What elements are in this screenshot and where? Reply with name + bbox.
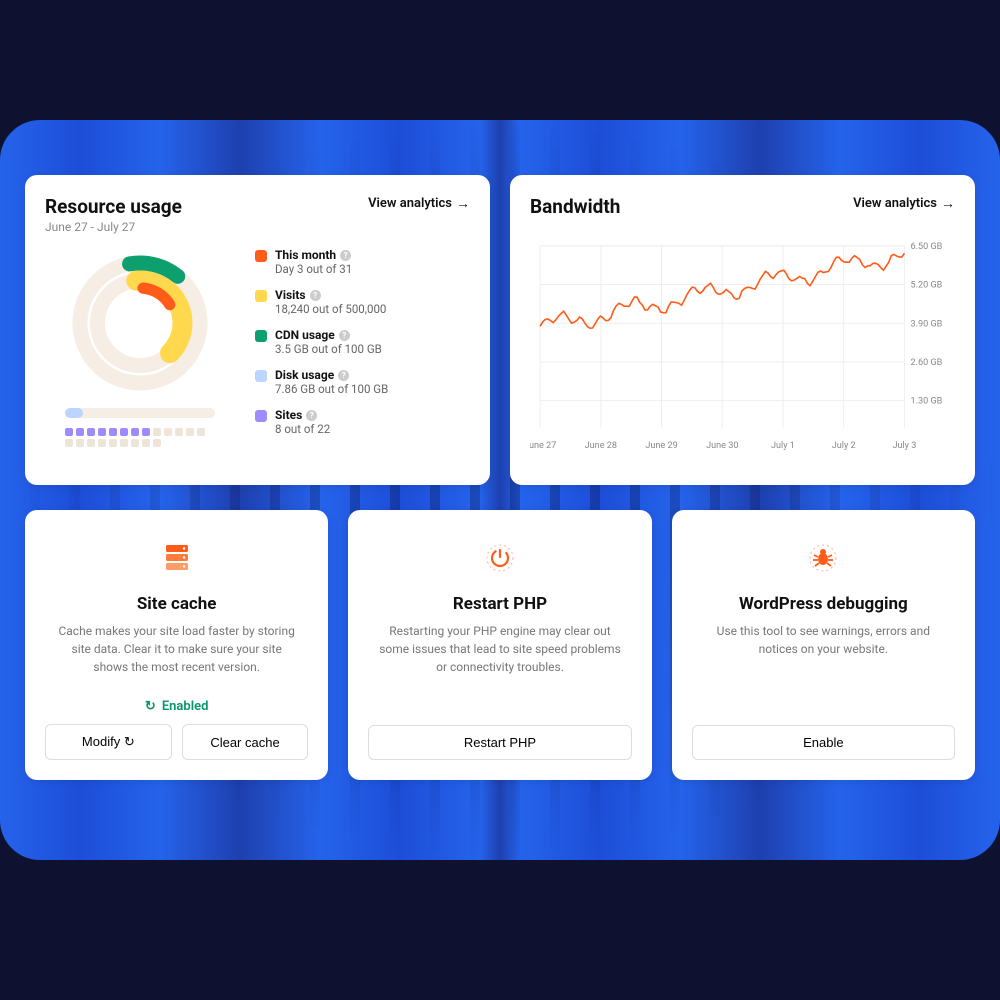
resource-usage-card: Resource usage June 27 - July 27 View an…	[25, 175, 490, 485]
site-dot	[98, 428, 106, 436]
bandwidth-title: Bandwidth	[530, 195, 620, 218]
bandwidth-card: Bandwidth View analytics → 6.50 GB 5.20 G…	[510, 175, 975, 485]
legend-value: 7.86 GB out of 100 GB	[275, 382, 388, 396]
site-dot	[76, 428, 84, 436]
restart-php-card: Restart PHP Restarting your PHP engine m…	[348, 510, 651, 780]
legend-value: 8 out of 22	[275, 422, 330, 436]
site-dot	[142, 428, 150, 436]
y-tick-label: 1.30 GB	[910, 397, 942, 407]
legend-label: This month ?	[275, 248, 352, 262]
restart-php-button[interactable]: Restart PHP	[368, 725, 631, 760]
site-dot	[65, 439, 73, 447]
legend-swatch	[255, 250, 267, 262]
site-dot	[175, 428, 183, 436]
legend-swatch	[255, 290, 267, 302]
clear-cache-button[interactable]: Clear cache	[182, 724, 309, 760]
y-tick-label: 5.20 GB	[910, 281, 942, 291]
legend-label: Sites ?	[275, 408, 330, 422]
restart-php-desc: Restarting your PHP engine may clear out…	[368, 622, 631, 676]
legend-item: Disk usage ? 7.86 GB out of 100 GB	[255, 368, 470, 396]
help-icon[interactable]: ?	[338, 370, 349, 381]
site-dot	[87, 439, 95, 447]
legend-value: 18,240 out of 500,000	[275, 302, 386, 316]
bug-icon	[808, 540, 838, 576]
site-dot	[142, 439, 150, 447]
sites-dots	[65, 428, 215, 447]
site-dot	[109, 428, 117, 436]
site-dot	[153, 428, 161, 436]
y-tick-label: 2.60 GB	[910, 358, 942, 368]
x-tick-label: July 2	[832, 441, 856, 451]
site-dot	[109, 439, 117, 447]
x-tick-label: July 3	[892, 441, 916, 451]
legend-label: Visits ?	[275, 288, 386, 302]
view-analytics-link[interactable]: View analytics →	[368, 195, 470, 212]
legend-item: CDN usage ? 3.5 GB out of 100 GB	[255, 328, 470, 356]
power-icon	[485, 540, 515, 576]
resource-usage-title: Resource usage	[45, 195, 182, 218]
legend-item: Sites ? 8 out of 22	[255, 408, 470, 436]
refresh-icon: ↻	[124, 734, 135, 749]
site-dot	[120, 439, 128, 447]
disk-usage-bar	[65, 408, 215, 418]
legend-value: 3.5 GB out of 100 GB	[275, 342, 382, 356]
y-tick-label: 6.50 GB	[910, 242, 942, 252]
resource-donut-chart	[65, 248, 215, 398]
modify-button[interactable]: Modify ↻	[45, 724, 172, 760]
x-tick-label: June 30	[706, 441, 738, 451]
site-dot	[131, 439, 139, 447]
site-cache-desc: Cache makes your site load faster by sto…	[45, 622, 308, 676]
site-dot	[76, 439, 84, 447]
help-icon[interactable]: ?	[340, 250, 351, 261]
site-dot	[87, 428, 95, 436]
bandwidth-line-chart: 6.50 GB 5.20 GB 3.90 GB 2.60 GB 1.30 GB June …	[530, 232, 955, 462]
site-dot	[131, 428, 139, 436]
x-tick-label: July 1	[771, 441, 795, 451]
site-dot	[65, 428, 73, 436]
y-tick-label: 3.90 GB	[910, 319, 942, 329]
site-dot	[164, 428, 172, 436]
refresh-icon: ↻	[145, 699, 156, 714]
arrow-right-icon: →	[456, 195, 470, 212]
site-dot	[197, 428, 205, 436]
legend-item: Visits ? 18,240 out of 500,000	[255, 288, 470, 316]
restart-php-title: Restart PHP	[453, 594, 547, 614]
x-tick-label: June 27	[530, 441, 556, 451]
site-dot	[153, 439, 161, 447]
wp-debug-desc: Use this tool to see warnings, errors an…	[692, 622, 955, 658]
help-icon[interactable]: ?	[306, 410, 317, 421]
help-icon[interactable]: ?	[339, 330, 350, 341]
site-dot	[98, 439, 106, 447]
site-dot	[186, 428, 194, 436]
cache-icon	[160, 540, 194, 576]
site-dot	[120, 428, 128, 436]
view-analytics-link[interactable]: View analytics →	[853, 195, 955, 212]
arrow-right-icon: →	[941, 195, 955, 212]
legend-label: CDN usage ?	[275, 328, 382, 342]
legend-swatch	[255, 330, 267, 342]
x-tick-label: June 29	[645, 441, 677, 451]
wp-debug-card: WordPress debugging Use this tool to see…	[672, 510, 975, 780]
wp-debug-title: WordPress debugging	[739, 594, 908, 614]
site-cache-card: Site cache Cache makes your site load fa…	[25, 510, 328, 780]
cache-status: ↻ Enabled	[145, 699, 209, 714]
x-tick-label: June 28	[585, 441, 617, 451]
legend-label: Disk usage ?	[275, 368, 388, 382]
legend-swatch	[255, 370, 267, 382]
legend-value: Day 3 out of 31	[275, 262, 352, 276]
site-cache-title: Site cache	[137, 594, 217, 614]
legend-item: This month ? Day 3 out of 31	[255, 248, 470, 276]
legend-swatch	[255, 410, 267, 422]
enable-button[interactable]: Enable	[692, 725, 955, 760]
help-icon[interactable]: ?	[310, 290, 321, 301]
resource-usage-daterange: June 27 - July 27	[45, 220, 182, 234]
